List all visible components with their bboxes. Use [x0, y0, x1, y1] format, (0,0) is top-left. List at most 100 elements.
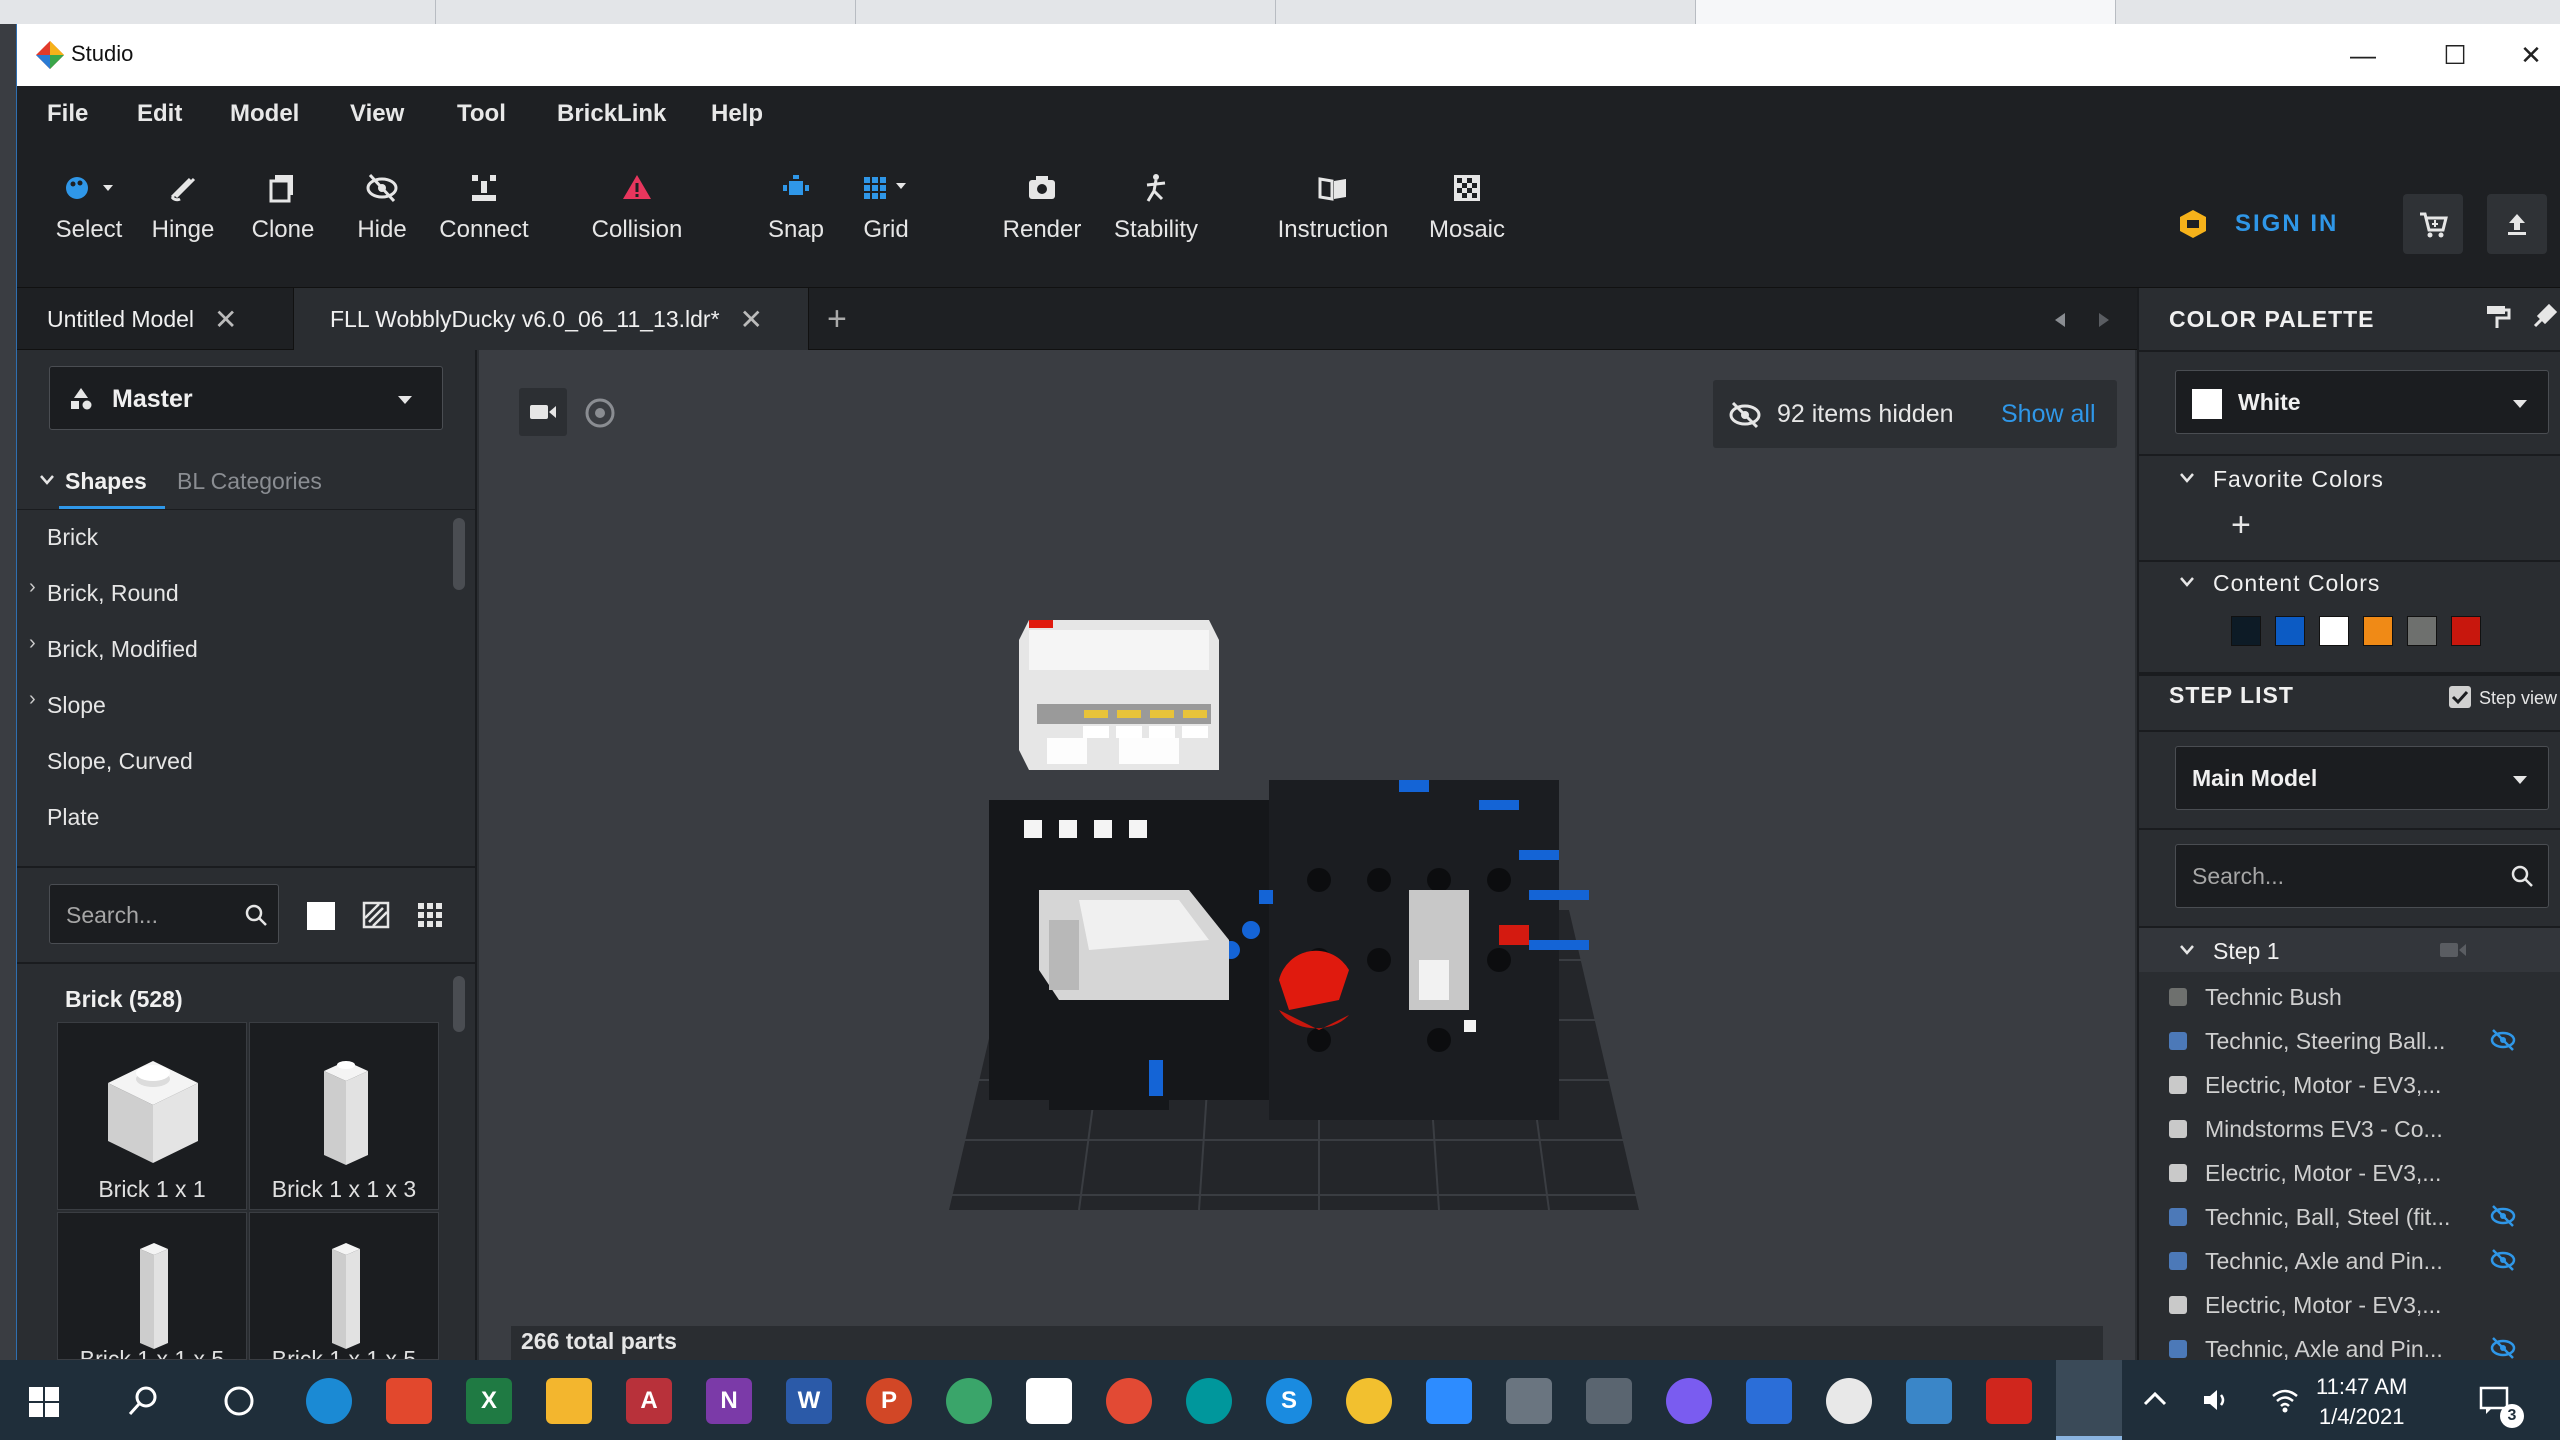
onenote-icon[interactable]: N — [706, 1378, 752, 1424]
app-icon[interactable] — [946, 1378, 992, 1424]
content-color-swatch[interactable] — [2275, 616, 2305, 646]
tab-untitled-model[interactable]: Untitled Model ✕ — [47, 288, 238, 350]
snap-tool-button[interactable]: Snap — [761, 168, 831, 258]
system-clock[interactable]: 11:47 AM 1/4/2021 — [2316, 1372, 2407, 1432]
part-tile-brick-1x1x5[interactable]: Brick 1 x 1 x 5 — [57, 1212, 247, 1360]
step-part-item[interactable]: Technic Bush — [2139, 974, 2560, 1018]
hinge-tool-button[interactable]: Hinge — [143, 168, 223, 258]
excel-icon[interactable]: X — [466, 1378, 512, 1424]
category-brick[interactable]: Brick — [47, 524, 98, 551]
step-part-item[interactable]: Technic, Steering Ball... — [2139, 1018, 2560, 1062]
edge-icon[interactable] — [306, 1378, 352, 1424]
chrome-icon[interactable] — [1106, 1378, 1152, 1424]
wifi-icon[interactable] — [2270, 1386, 2300, 1414]
calendar-icon[interactable] — [1746, 1378, 1792, 1424]
menu-bricklink[interactable]: BrickLink — [557, 100, 666, 128]
add-favorite-color-button[interactable]: + — [2231, 506, 2251, 545]
expand-icon[interactable]: › — [29, 632, 36, 655]
step-part-item[interactable]: Electric, Motor - EV3,... — [2139, 1282, 2560, 1326]
content-color-swatch[interactable] — [2407, 616, 2437, 646]
photos-icon[interactable] — [1906, 1378, 1952, 1424]
step-view-checkbox[interactable] — [2449, 686, 2471, 708]
menu-edit[interactable]: Edit — [137, 100, 182, 128]
category-slope[interactable]: Slope — [47, 692, 106, 719]
chevron-up-icon[interactable] — [2142, 1390, 2168, 1408]
cart-button[interactable] — [2403, 194, 2463, 254]
part-tile-brick-1x1[interactable]: Brick 1 x 1 — [57, 1022, 247, 1210]
step-header[interactable]: Step 1 — [2139, 928, 2560, 972]
hidden-eye-icon[interactable] — [2489, 1336, 2517, 1360]
menu-model[interactable]: Model — [230, 100, 299, 128]
search-icon[interactable] — [244, 903, 268, 927]
access-icon[interactable]: A — [626, 1378, 672, 1424]
step-search-input[interactable]: Search... — [2175, 844, 2549, 908]
powerpoint-icon[interactable]: P — [866, 1378, 912, 1424]
app-icon[interactable] — [1346, 1378, 1392, 1424]
content-color-swatch[interactable] — [2231, 616, 2261, 646]
model-dropdown[interactable]: Main Model — [2175, 746, 2549, 810]
expand-icon[interactable]: › — [29, 576, 36, 599]
hidden-eye-icon[interactable] — [2489, 1248, 2517, 1272]
background-tab[interactable] — [1276, 0, 1696, 24]
content-color-swatch[interactable] — [2451, 616, 2481, 646]
part-tile-brick-1x1x3[interactable]: Brick 1 x 1 x 3 — [249, 1022, 439, 1210]
clone-tool-button[interactable]: Clone — [243, 168, 323, 258]
selected-color-dropdown[interactable]: White — [2175, 370, 2549, 434]
tab-close-icon[interactable]: ✕ — [214, 303, 237, 336]
menu-tool[interactable]: Tool — [457, 100, 506, 128]
connect-tool-button[interactable]: Connect — [435, 168, 533, 258]
windows-start-icon[interactable] — [28, 1386, 60, 1418]
palette-dropdown[interactable]: Master — [49, 366, 443, 430]
step-part-item[interactable]: Electric, Motor - EV3,... — [2139, 1150, 2560, 1194]
category-brick-modified[interactable]: Brick, Modified — [47, 636, 198, 663]
paint-icon[interactable] — [1666, 1378, 1712, 1424]
search-icon[interactable] — [2510, 864, 2534, 888]
camera-app-icon[interactable] — [1586, 1378, 1632, 1424]
tab-scroll-left-icon[interactable] — [2051, 310, 2071, 330]
instruction-tool-button[interactable]: Instruction — [1269, 168, 1397, 258]
render-tool-button[interactable]: Render — [997, 168, 1087, 258]
step-part-item[interactable]: Mindstorms EV3 - Co... — [2139, 1106, 2560, 1150]
office-icon[interactable] — [386, 1378, 432, 1424]
content-color-swatch[interactable] — [2319, 616, 2349, 646]
3d-viewport[interactable]: 92 items hidden Show all 266 total parts — [479, 350, 2135, 1360]
step-part-item[interactable]: Technic, Ball, Steel (fit... — [2139, 1194, 2560, 1238]
paint-roller-icon[interactable] — [2483, 302, 2513, 332]
hidden-eye-icon[interactable] — [2489, 1028, 2517, 1052]
zoom-icon[interactable] — [1426, 1378, 1472, 1424]
volume-icon[interactable] — [2202, 1386, 2232, 1414]
studio-taskbar-icon[interactable] — [2056, 1360, 2122, 1440]
camera-view-button[interactable] — [519, 388, 567, 436]
tab-shapes[interactable]: Shapes — [65, 468, 147, 495]
parts-scrollbar[interactable] — [453, 976, 465, 1032]
category-slope-curved[interactable]: Slope, Curved — [47, 748, 193, 775]
step-camera-icon[interactable] — [2439, 940, 2467, 960]
chevron-down-icon[interactable] — [2179, 576, 2195, 588]
add-tab-button[interactable]: + — [827, 288, 847, 350]
expand-icon[interactable]: › — [29, 688, 36, 711]
robot-model-render[interactable] — [879, 620, 1739, 1230]
menu-view[interactable]: View — [350, 100, 404, 128]
tab-close-icon[interactable]: ✕ — [740, 303, 763, 336]
close-button[interactable]: ✕ — [2501, 24, 2560, 86]
calculator-icon[interactable] — [1506, 1378, 1552, 1424]
skype-icon[interactable]: S — [1266, 1378, 1312, 1424]
chevron-down-icon[interactable] — [2179, 944, 2195, 956]
stability-tool-button[interactable]: Stability — [1101, 168, 1211, 258]
clock-app-icon[interactable] — [1826, 1378, 1872, 1424]
upload-button[interactable] — [2487, 194, 2547, 254]
orbit-target-icon[interactable] — [583, 396, 617, 430]
show-all-link[interactable]: Show all — [2001, 400, 2096, 429]
part-tile-brick-1x1x5[interactable]: Brick 1 x 1 x 5 — [249, 1212, 439, 1360]
select-tool-button[interactable]: Select — [47, 168, 131, 258]
background-tab-active[interactable] — [1696, 0, 2116, 24]
pattern-filter-icon[interactable] — [361, 900, 391, 930]
file-explorer-icon[interactable] — [546, 1378, 592, 1424]
color-filter-button[interactable] — [307, 902, 335, 930]
content-color-swatch[interactable] — [2363, 616, 2393, 646]
part-search-input[interactable]: Search... — [49, 884, 279, 944]
category-plate[interactable]: Plate — [47, 804, 99, 831]
search-icon[interactable] — [126, 1384, 160, 1418]
tab-bl-categories[interactable]: BL Categories — [177, 468, 322, 495]
step-part-item[interactable]: Technic, Axle and Pin... — [2139, 1238, 2560, 1282]
